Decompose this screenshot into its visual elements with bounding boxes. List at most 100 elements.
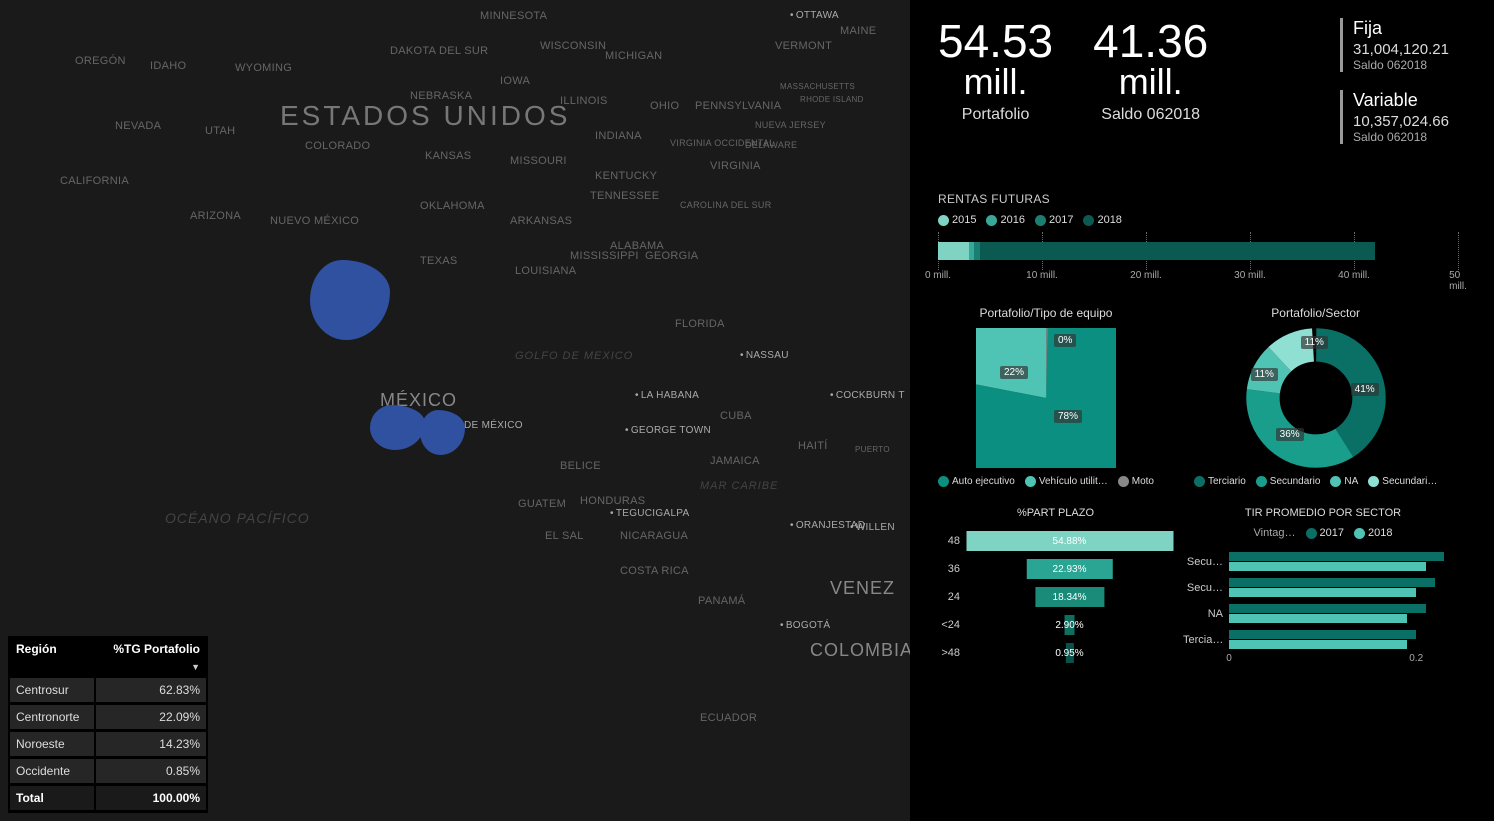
legend-label[interactable]: Terciario [1208, 476, 1246, 487]
legend-label[interactable]: Vehículo utilit… [1039, 476, 1108, 487]
legend-label[interactable]: Secundario [1270, 476, 1321, 487]
kpi-label: Portafolio [938, 106, 1053, 124]
legend-label[interactable]: 2018 [1368, 527, 1392, 539]
kpi-value: 10,357,024.66 [1353, 113, 1480, 130]
slice-label: 11% [1301, 336, 1328, 349]
col-region[interactable]: Región [10, 638, 94, 660]
map-pane[interactable]: ESTADOS UNIDOS MÉXICO Océano Pacífico Go… [0, 0, 910, 821]
country-label: JAMAICA [710, 455, 760, 467]
map-highlight-centronorte[interactable] [370, 405, 425, 450]
legend-label[interactable]: 2016 [1000, 214, 1024, 226]
city-label: Nassau [740, 350, 789, 361]
rentas-futuras-chart[interactable]: RENTAS FUTURAS 2015 2016 2017 2018 0 mil… [938, 192, 1480, 284]
legend-dot-icon [1368, 476, 1379, 487]
tir-legend: Vintag… 2017 2018 [1183, 527, 1463, 539]
kpi-unit: mill. [1093, 64, 1208, 100]
kpi-portafolio[interactable]: 54.53 mill. Portafolio [938, 18, 1053, 124]
legend-dot-icon [1306, 528, 1317, 539]
kpi-value: 41.36 [1093, 18, 1208, 64]
map-highlight-noroeste[interactable] [310, 260, 390, 340]
city-label: La Habana [635, 390, 699, 401]
legend-label[interactable]: Auto ejecutivo [952, 476, 1015, 487]
funnel-row[interactable]: >48 0.95% [938, 639, 1173, 667]
legend-dot-icon [938, 215, 949, 226]
legend-label[interactable]: Moto [1132, 476, 1154, 487]
charts-panel: 54.53 mill. Portafolio 41.36 mill. Saldo… [910, 0, 1494, 821]
country-label: NICARAGUA [620, 530, 688, 542]
pie-svg [976, 328, 1116, 468]
chart-tipo-equipo[interactable]: Portafolio/Tipo de equipo 78% 22% 0% Aut… [938, 306, 1154, 487]
state-label: UTAH [205, 125, 235, 137]
kpi-value: 54.53 [938, 18, 1053, 64]
legend-label[interactable]: Secundari… [1382, 476, 1437, 487]
tir-bar-2017 [1229, 578, 1435, 587]
table-row[interactable]: Centronorte22.09% [10, 705, 206, 730]
legend-label[interactable]: 2017 [1320, 527, 1344, 539]
axis-tick: 40 mill. [1338, 270, 1370, 281]
axis-tick: 0 mill. [925, 270, 951, 281]
city-label: Willen [850, 522, 895, 533]
tir-bar-2018 [1229, 588, 1416, 597]
pie-legend: Auto ejecutivo Vehículo utilit… Moto [938, 476, 1154, 487]
rentas-legend: 2015 2016 2017 2018 [938, 214, 1480, 226]
tir-bar-2018 [1229, 614, 1407, 623]
kpi-sub: Saldo 062018 [1353, 130, 1480, 144]
bar-segment-2015[interactable] [938, 242, 969, 260]
kpi-label: Saldo 062018 [1093, 106, 1208, 124]
kpi-variable[interactable]: Variable 10,357,024.66 Saldo 062018 [1340, 90, 1480, 144]
tir-row[interactable]: NA [1183, 601, 1463, 627]
kpi-saldo[interactable]: 41.36 mill. Saldo 062018 [1093, 18, 1208, 124]
pct-cell: 22.09% [96, 705, 206, 730]
tir-category: Secu… [1183, 556, 1229, 568]
chart-funnel[interactable]: %PART PLAZO 48 54.88%36 22.93%24 18.34%<… [938, 507, 1173, 667]
state-label: VIRGINIA [710, 160, 761, 172]
country-label: COSTA RICA [620, 565, 689, 577]
chart-sector[interactable]: Portafolio/Sector 41% 36% 11% 11% Tercia… [1194, 306, 1437, 487]
state-label: OKLAHOMA [420, 200, 485, 212]
funnel-bar: 22.93% [1026, 559, 1112, 579]
legend-label[interactable]: 2017 [1049, 214, 1073, 226]
legend-dot-icon [1083, 215, 1094, 226]
slice-label: 0% [1054, 334, 1076, 347]
col-pct[interactable]: %TG Portafolio [96, 638, 206, 660]
kpi-fija[interactable]: Fija 31,004,120.21 Saldo 062018 [1340, 18, 1480, 72]
funnel-row[interactable]: <24 2.90% [938, 611, 1173, 639]
region-table[interactable]: Región %TG Portafolio ▼ Centrosur62.83%C… [8, 636, 208, 813]
sort-desc-icon[interactable]: ▼ [96, 662, 206, 676]
chart-tir[interactable]: TIR PROMEDIO POR SECTOR Vintag… 2017 201… [1183, 507, 1463, 667]
state-label: COLORADO [305, 140, 370, 152]
table-row[interactable]: Noroeste14.23% [10, 732, 206, 757]
table-row[interactable]: Centrosur62.83% [10, 678, 206, 703]
axis-tick: 20 mill. [1130, 270, 1162, 281]
state-label: CAROLINA DEL SUR [680, 200, 772, 210]
table-row[interactable]: Occidente0.85% [10, 759, 206, 784]
legend-label[interactable]: NA [1344, 476, 1358, 487]
funnel-bar: 54.88% [966, 531, 1173, 551]
state-label: WYOMING [235, 62, 292, 74]
country-label: CUBA [720, 410, 752, 422]
legend-label[interactable]: 2018 [1097, 214, 1121, 226]
total-label: Total [10, 786, 94, 811]
tir-row[interactable]: Secu… [1183, 575, 1463, 601]
funnel-category: 24 [938, 591, 966, 603]
legend-vintage-label: Vintag… [1254, 527, 1296, 539]
funnel-bar: 18.34% [1035, 587, 1104, 607]
tir-category: NA [1183, 608, 1229, 620]
rentas-bar [938, 236, 1458, 266]
country-label: EL SAL [545, 530, 584, 542]
funnel-row[interactable]: 24 18.34% [938, 583, 1173, 611]
tir-row[interactable]: Tercia… [1183, 627, 1463, 653]
kpi-unit: mill. [938, 64, 1053, 100]
state-label: KENTUCKY [595, 170, 657, 182]
funnel-row[interactable]: 48 54.88% [938, 527, 1173, 555]
tir-row[interactable]: Secu… [1183, 549, 1463, 575]
state-label: WISCONSIN [540, 40, 606, 52]
tir-bar-2017 [1229, 630, 1416, 639]
bar-segment-2018[interactable] [980, 242, 1375, 260]
state-label: NEBRASKA [410, 90, 472, 102]
map-highlight-centrosur[interactable] [420, 410, 465, 455]
funnel-row[interactable]: 36 22.93% [938, 555, 1173, 583]
tir-bar-2017 [1229, 552, 1444, 561]
tir-bar-2017 [1229, 604, 1426, 613]
legend-label[interactable]: 2015 [952, 214, 976, 226]
